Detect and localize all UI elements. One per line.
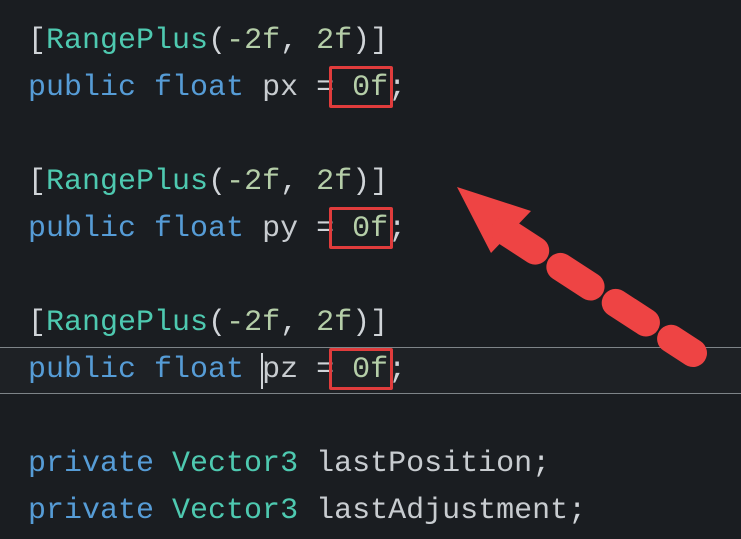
code-line: public float py = 0f; — [28, 206, 741, 253]
code-line-active: public float pz = 0f; — [28, 347, 741, 394]
number-literal: -2f — [226, 24, 280, 58]
keyword-public: public — [28, 212, 136, 246]
number-literal: 2f — [316, 306, 352, 340]
number-literal: 2f — [316, 24, 352, 58]
equals: = — [298, 71, 352, 105]
code-editor[interactable]: [RangePlus(-2f, 2f)] public float px = 0… — [0, 0, 741, 535]
paren-close: ) — [352, 24, 370, 58]
number-literal: 0f — [352, 212, 388, 246]
keyword-float: float — [154, 212, 244, 246]
number-literal: 0f — [352, 71, 388, 105]
bracket-close: ] — [370, 24, 388, 58]
identifier-lastposition: lastPosition — [316, 447, 532, 481]
code-line: [RangePlus(-2f, 2f)] — [28, 159, 741, 206]
number-literal: 2f — [316, 165, 352, 199]
keyword-public: public — [28, 71, 136, 105]
bracket-open: [ — [28, 24, 46, 58]
attribute-name: RangePlus — [46, 165, 208, 199]
semicolon: ; — [388, 71, 406, 105]
number-literal: -2f — [226, 306, 280, 340]
semicolon: ; — [388, 212, 406, 246]
type-vector3: Vector3 — [172, 494, 298, 528]
semicolon: ; — [388, 353, 406, 387]
identifier-py: py — [262, 212, 298, 246]
number-literal: -2f — [226, 165, 280, 199]
code-line: private Vector3 lastPosition; — [28, 441, 741, 488]
code-line: private Vector3 lastAdjustment; — [28, 488, 741, 535]
blank-line — [28, 112, 741, 159]
blank-line — [28, 394, 741, 441]
paren-open: ( — [208, 24, 226, 58]
code-line: public float px = 0f; — [28, 65, 741, 112]
code-line: [RangePlus(-2f, 2f)] — [28, 300, 741, 347]
identifier-lastadjustment: lastAdjustment — [316, 494, 568, 528]
attribute-name: RangePlus — [46, 24, 208, 58]
semicolon: ; — [568, 494, 586, 528]
keyword-public: public — [28, 353, 136, 387]
semicolon: ; — [532, 447, 550, 481]
type-vector3: Vector3 — [172, 447, 298, 481]
blank-line — [28, 253, 741, 300]
keyword-float: float — [154, 71, 244, 105]
attribute-name: RangePlus — [46, 306, 208, 340]
number-literal: 0f — [352, 353, 388, 387]
keyword-float: float — [154, 353, 244, 387]
identifier-pz: pz — [262, 353, 298, 387]
comma: , — [280, 24, 316, 58]
keyword-private: private — [28, 494, 154, 528]
keyword-private: private — [28, 447, 154, 481]
code-line: [RangePlus(-2f, 2f)] — [28, 18, 741, 65]
identifier-px: px — [262, 71, 298, 105]
